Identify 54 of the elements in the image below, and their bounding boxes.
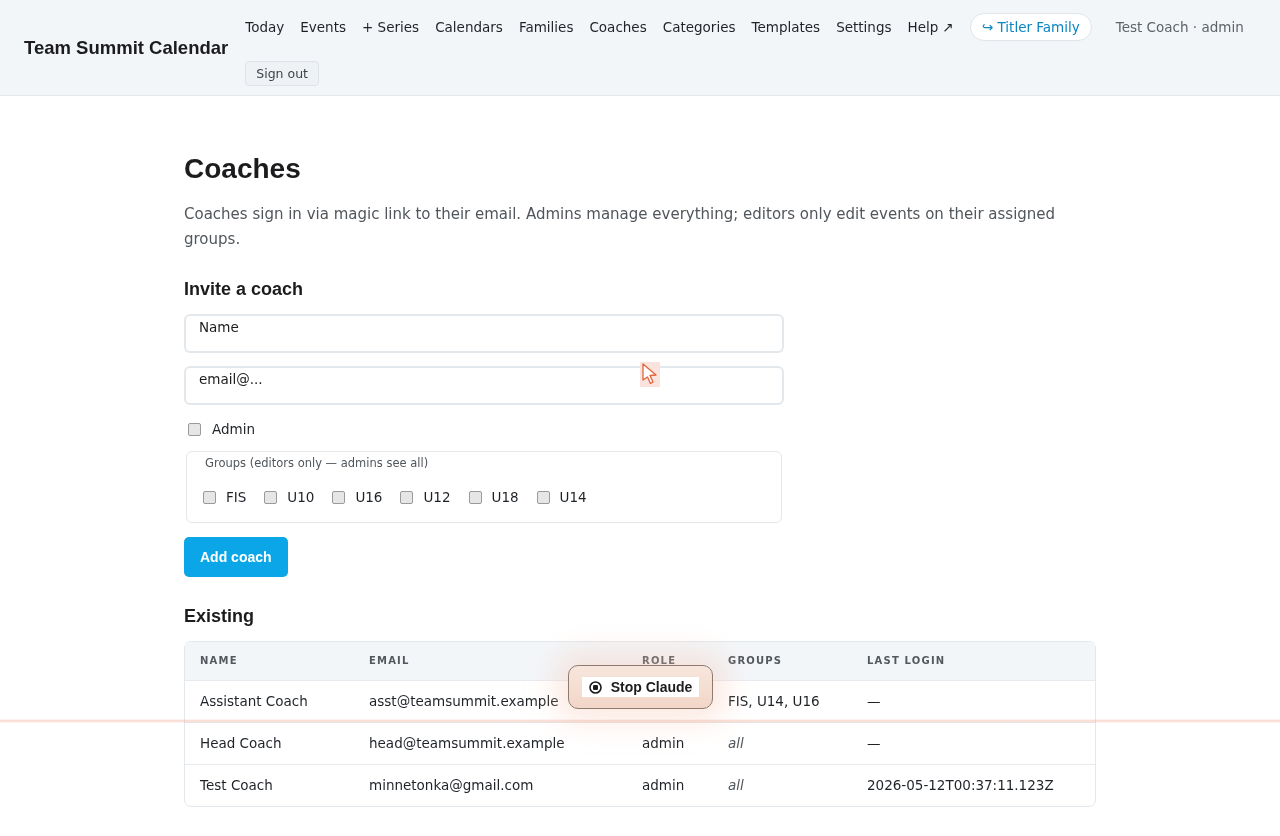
cursor-icon: [640, 362, 660, 387]
column-header: GROUPS: [713, 642, 852, 680]
table-cell: minnetonka@gmail.com: [354, 764, 627, 806]
admin-checkbox[interactable]: [188, 422, 201, 436]
nav-link[interactable]: Settings: [836, 19, 892, 35]
nav-link[interactable]: Coaches: [589, 19, 647, 35]
table-cell: —: [852, 722, 1095, 764]
checkbox-label: FIS: [226, 489, 247, 505]
group-checkbox[interactable]: [400, 490, 414, 504]
group-checkbox[interactable]: [264, 490, 278, 504]
group-checkbox[interactable]: [332, 490, 346, 504]
table-cell: 2026-05-12T00:37:11.123Z: [852, 764, 1095, 806]
section-heading: Invite a coach: [184, 278, 305, 301]
nav-link[interactable]: Today: [245, 19, 285, 35]
checkbox-label: U14: [559, 489, 587, 505]
table-cell: all: [713, 764, 852, 806]
checkbox-label: U12: [423, 489, 451, 505]
table-cell: all: [713, 722, 852, 764]
stop-button[interactable]: Stop Claude: [568, 665, 713, 709]
table-cell: —: [852, 680, 1095, 722]
column-header: EMAIL: [354, 642, 627, 680]
table-cell: Assistant Coach: [185, 680, 354, 722]
user-label: Test Coach · admin: [1115, 19, 1244, 35]
checkbox-label: U16: [355, 489, 383, 505]
page-description: Coaches sign in via magic link to their email. Admins manage everything; editors only edit events on their assigned groups.: [184, 204, 1057, 250]
stop-circle-icon: [588, 680, 602, 694]
page-title: Coaches: [184, 152, 302, 186]
section-heading: Existing: [184, 605, 255, 628]
nav-link[interactable]: Events: [300, 19, 346, 35]
groups-legend: Groups (editors only — admins see all): [203, 455, 765, 471]
checkbox-label: U10: [287, 489, 315, 505]
nav-link[interactable]: + Series: [362, 19, 420, 35]
table-cell: admin: [627, 764, 713, 806]
group-checkbox[interactable]: [468, 490, 482, 504]
column-header: LAST LOGIN: [852, 642, 1095, 680]
group-checkbox[interactable]: [203, 490, 216, 504]
table-cell: head@teamsummit.example: [354, 722, 627, 764]
nav-link[interactable]: Templates: [751, 19, 821, 35]
sign-out-button[interactable]: Sign out: [245, 61, 319, 86]
nav-link[interactable]: Calendars: [435, 19, 503, 35]
column-header: NAME: [185, 642, 354, 680]
family-switch-button[interactable]: ↪ Titler Family: [969, 13, 1092, 41]
app-title: Team Summit Calendar: [24, 36, 229, 59]
table-cell: Head Coach: [185, 722, 354, 764]
nav-link[interactable]: Families: [518, 19, 574, 35]
checkbox-label: Admin: [212, 421, 256, 437]
table-cell: Test Coach: [185, 764, 354, 806]
checkbox-label: U18: [491, 489, 519, 505]
name-input[interactable]: Name: [184, 314, 784, 353]
group-checkbox[interactable]: [536, 490, 550, 504]
nav-link[interactable]: Help ↗: [907, 19, 954, 35]
table-cell: admin: [627, 722, 713, 764]
nav-link[interactable]: Categories: [662, 19, 736, 35]
email-input[interactable]: email@...: [184, 366, 784, 405]
